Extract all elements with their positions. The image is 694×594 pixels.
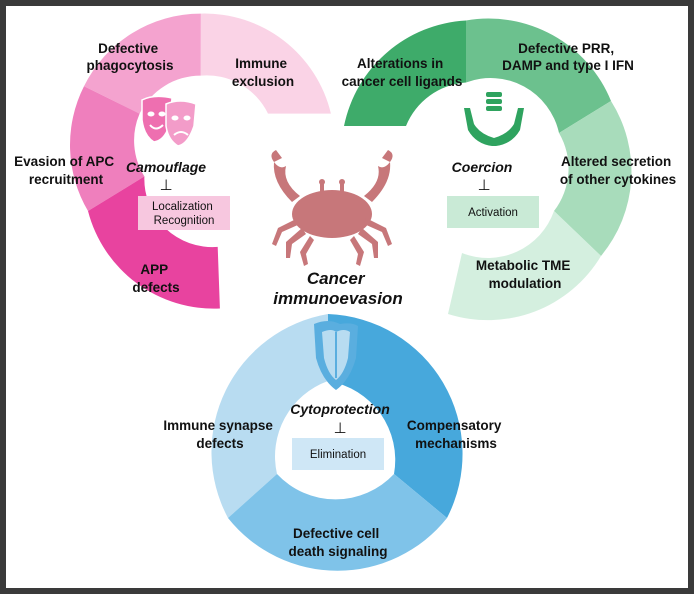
- camouflage-title: Camouflage: [126, 159, 206, 175]
- immunoevasion-diagram: Defective phagocytosis Immune exclusion …: [14, 13, 676, 571]
- camouflage-inhibit-symbol: ⊥: [159, 176, 172, 194]
- cytoprotection-inhibit-symbol: ⊥: [333, 419, 346, 437]
- cytoprotection-box-label: Elimination: [310, 449, 366, 461]
- coercion-box-label: Activation: [468, 207, 518, 219]
- hands-coins-icon: [464, 92, 524, 146]
- cytoprotection-title: Cytoprotection: [290, 401, 390, 417]
- coercion-title: Coercion: [452, 159, 513, 175]
- center-title: Cancer immunoevasion: [273, 269, 402, 308]
- theater-masks-icon: [141, 95, 197, 147]
- figure-frame: Defective phagocytosis Immune exclusion …: [0, 0, 694, 594]
- crab-icon: [271, 150, 393, 266]
- coercion-inhibit-symbol: ⊥: [477, 176, 490, 194]
- diagram-panel: Defective phagocytosis Immune exclusion …: [6, 6, 688, 588]
